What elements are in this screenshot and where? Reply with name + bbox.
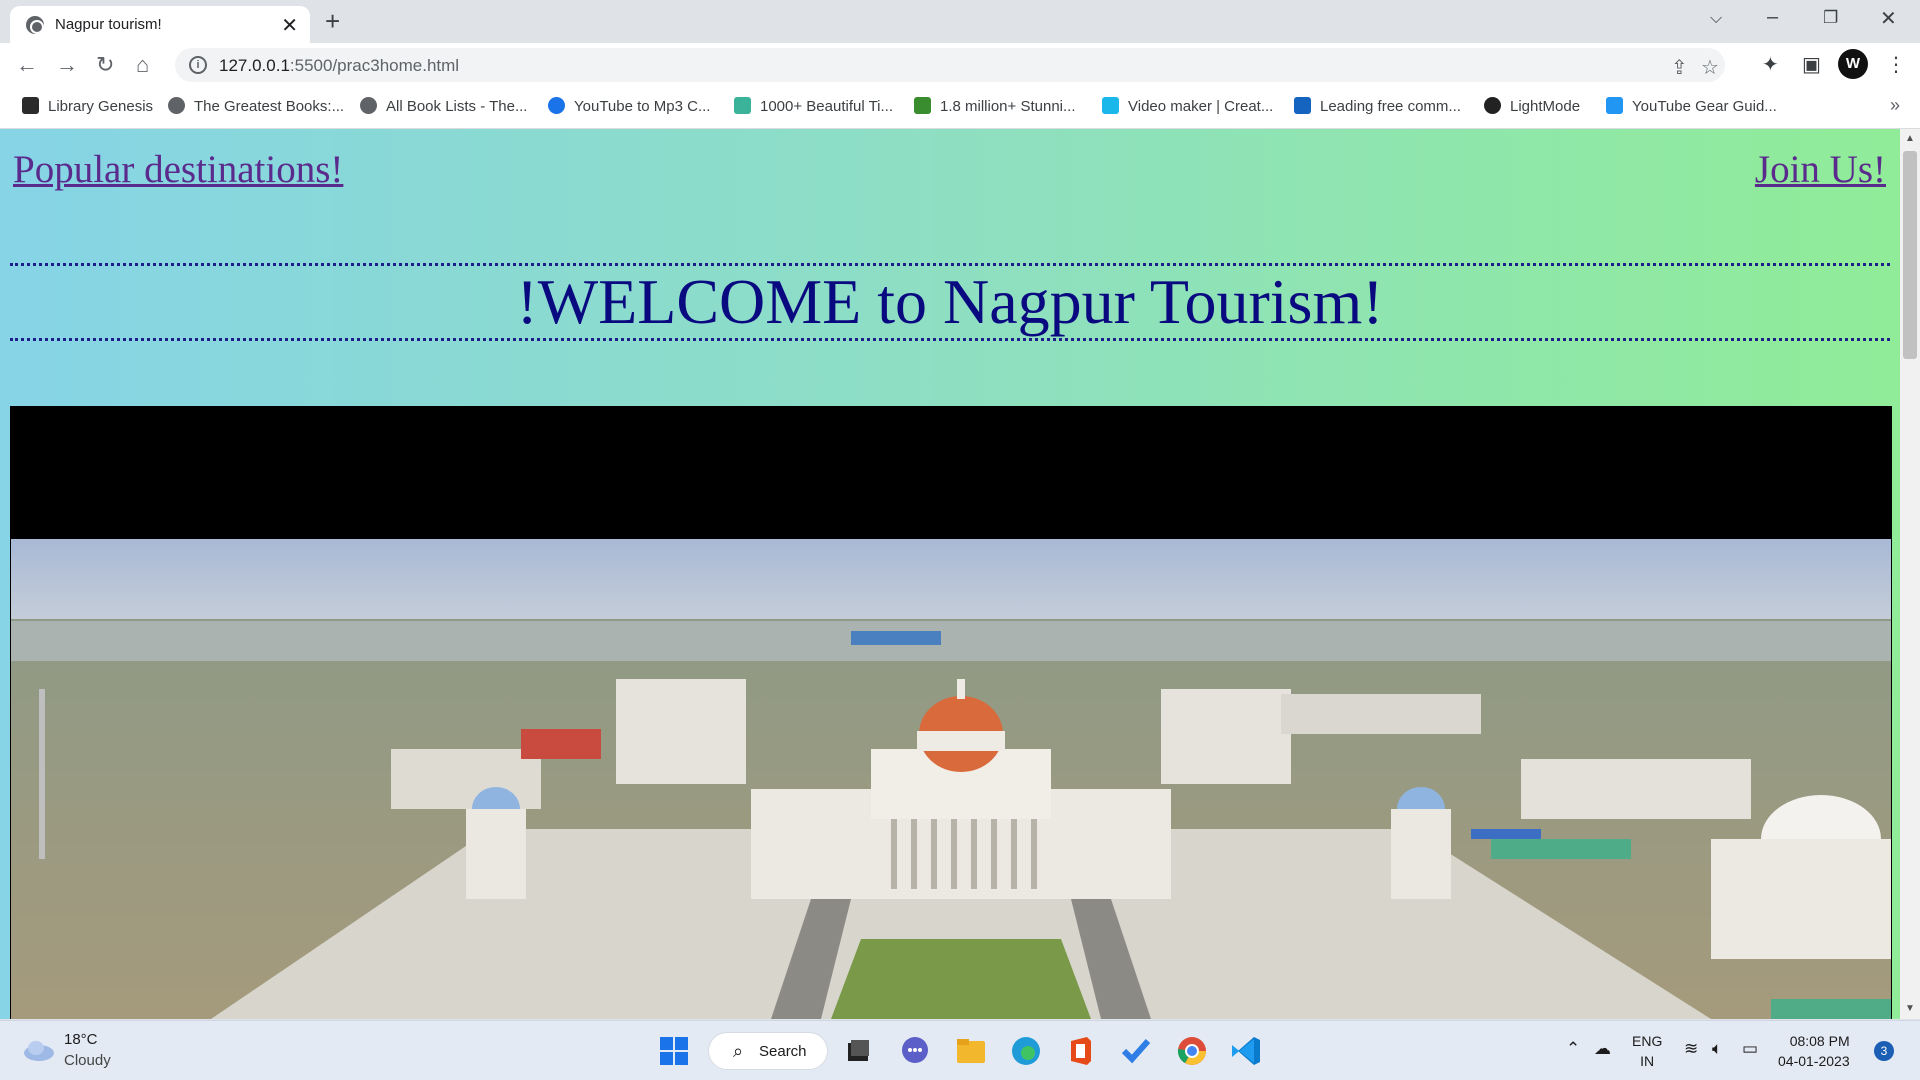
bookmark-label: 1000+ Beautiful Ti... [760, 98, 894, 115]
url-text[interactable]: 127.0.0.1:5500/prac3home.html [219, 56, 459, 76]
tab-search-chevron-icon[interactable]: ⌵ [1710, 10, 1722, 28]
url-path: :5500/prac3home.html [289, 56, 460, 75]
bookmark-favicon-icon [1102, 97, 1119, 114]
bookmark-favicon-icon [1294, 97, 1311, 114]
join-us-link[interactable]: Join Us! [1755, 147, 1886, 192]
more-bookmarks-icon[interactable]: » [1890, 95, 1900, 116]
profile-avatar[interactable]: W [1838, 49, 1868, 79]
restore-icon[interactable]: ❐ [1823, 8, 1838, 28]
bookmark-item[interactable]: YouTube to Mp3 C... [548, 97, 710, 115]
scroll-up-icon[interactable]: ▲ [1905, 133, 1915, 144]
page-body: Popular destinations! Join Us! !WELCOME … [0, 129, 1900, 1019]
bookmark-item[interactable]: 1.8 million+ Stunni... [914, 97, 1076, 115]
bookmark-label: Library Genesis [48, 98, 154, 115]
onedrive-cloud-icon[interactable]: ☁ [1594, 1039, 1611, 1059]
show-hidden-icons-chevron[interactable]: ⌃ [1566, 1039, 1580, 1059]
bookmark-favicon-icon [548, 97, 565, 114]
file-explorer-icon[interactable] [953, 1033, 989, 1069]
scroll-down-icon[interactable]: ▼ [1905, 1003, 1915, 1014]
aerial-city-image [11, 539, 1891, 1019]
bookmark-item[interactable]: Video maker | Creat... [1102, 97, 1273, 115]
notification-badge[interactable]: 3 [1874, 1041, 1894, 1061]
back-icon[interactable]: ← [16, 52, 38, 78]
active-tab[interactable]: Nagpur tourism! ✕ [10, 6, 310, 43]
site-info-icon[interactable]: i [189, 56, 207, 74]
bookmark-item[interactable]: YouTube Gear Guid... [1606, 97, 1777, 115]
system-clock[interactable]: 08:08 PM 04-01-2023 [1778, 1031, 1850, 1071]
address-bar[interactable]: i 127.0.0.1:5500/prac3home.html ⇪ ☆ [175, 48, 1725, 82]
windows-taskbar: 18°C Cloudy ⌕ Search ⌃ ☁ ENG IN ≋ 🔈︎ ▭ 0… [0, 1020, 1920, 1080]
search-label: Search [759, 1043, 807, 1060]
extensions-icon[interactable]: ✦ [1762, 52, 1779, 77]
weather-condition: Cloudy [64, 1052, 111, 1069]
side-panel-icon[interactable]: ▣ [1802, 52, 1821, 77]
bookmark-label: LightMode [1510, 98, 1581, 115]
bookmark-label: Leading free comm... [1320, 98, 1461, 115]
popular-destinations-link[interactable]: Popular destinations! [13, 147, 343, 192]
search-icon: ⌕ [733, 1041, 744, 1061]
browser-tab-strip: Nagpur tourism! ✕ + ⌵ – ❐ ✕ [0, 0, 1920, 43]
todo-check-icon[interactable] [1118, 1033, 1154, 1069]
region-code: IN [1640, 1053, 1655, 1069]
bookmark-favicon-icon [168, 97, 185, 114]
bookmark-favicon-icon [360, 97, 377, 114]
bookmark-item[interactable]: Library Genesis [22, 97, 153, 115]
clock-date: 04-01-2023 [1778, 1053, 1850, 1069]
bookmark-favicon-icon [734, 97, 751, 114]
welcome-heading: !WELCOME to Nagpur Tourism! [10, 263, 1890, 341]
minimize-icon[interactable]: – [1767, 6, 1778, 29]
chrome-icon[interactable] [1174, 1033, 1210, 1069]
page-viewport: Popular destinations! Join Us! !WELCOME … [0, 129, 1920, 1019]
home-icon[interactable]: ⌂ [136, 52, 149, 78]
bookmark-item[interactable]: Leading free comm... [1294, 97, 1461, 115]
bookmark-item[interactable]: All Book Lists - The... [360, 97, 527, 115]
hero-video[interactable] [10, 406, 1892, 1019]
url-host: 127.0.0.1 [219, 56, 290, 75]
wifi-icon[interactable]: ≋ [1684, 1039, 1698, 1059]
menu-kebab-icon[interactable]: ⋮ [1886, 52, 1906, 77]
taskbar-search[interactable]: ⌕ Search [708, 1032, 828, 1070]
cloud-weather-icon[interactable] [22, 1039, 56, 1061]
bookmark-label: Video maker | Creat... [1128, 98, 1274, 115]
tab-close-icon[interactable]: ✕ [281, 13, 298, 38]
forward-icon[interactable]: → [56, 52, 78, 78]
office-icon[interactable] [1063, 1033, 1099, 1069]
bookmark-label: The Greatest Books:... [194, 98, 345, 115]
new-tab-button[interactable]: + [325, 6, 340, 37]
bookmark-label: 1.8 million+ Stunni... [940, 98, 1076, 115]
bookmark-favicon-icon [914, 97, 931, 114]
window-close-icon[interactable]: ✕ [1880, 6, 1897, 31]
bookmark-label: YouTube Gear Guid... [1632, 98, 1777, 115]
bookmark-favicon-icon [22, 97, 39, 114]
bookmark-favicon-icon [1484, 97, 1501, 114]
volume-icon[interactable]: 🔈︎ [1712, 1039, 1722, 1059]
bookmarks-bar: Library Genesis The Greatest Books:... A… [0, 87, 1920, 129]
browser-toolbar: ← → ↻ ⌂ i 127.0.0.1:5500/prac3home.html … [0, 43, 1920, 87]
edge-browser-icon[interactable] [1008, 1033, 1044, 1069]
bookmark-favicon-icon [1606, 97, 1623, 114]
bookmark-label: YouTube to Mp3 C... [574, 98, 711, 115]
input-language[interactable]: ENG IN [1632, 1031, 1662, 1071]
tab-title: Nagpur tourism! [55, 16, 162, 33]
bookmark-item[interactable]: The Greatest Books:... [168, 97, 344, 115]
reload-icon[interactable]: ↻ [96, 52, 114, 78]
language-code: ENG [1632, 1033, 1663, 1049]
weather-temperature: 18°C [64, 1031, 98, 1048]
bookmark-label: All Book Lists - The... [386, 98, 528, 115]
battery-icon[interactable]: ▭ [1742, 1039, 1758, 1059]
scrollbar-thumb[interactable] [1903, 151, 1917, 359]
clock-time: 08:08 PM [1789, 1033, 1850, 1049]
bookmark-star-icon[interactable]: ☆ [1701, 55, 1719, 80]
bookmark-item[interactable]: 1000+ Beautiful Ti... [734, 97, 893, 115]
teams-chat-icon[interactable] [897, 1033, 933, 1069]
task-view-icon[interactable] [840, 1033, 876, 1069]
bookmark-item[interactable]: LightMode [1484, 97, 1580, 115]
globe-icon [26, 16, 44, 34]
share-icon[interactable]: ⇪ [1671, 55, 1688, 80]
vscode-icon[interactable] [1228, 1033, 1264, 1069]
windows-start-icon[interactable] [656, 1033, 692, 1069]
vertical-scrollbar[interactable]: ▲ ▼ [1900, 129, 1920, 1019]
